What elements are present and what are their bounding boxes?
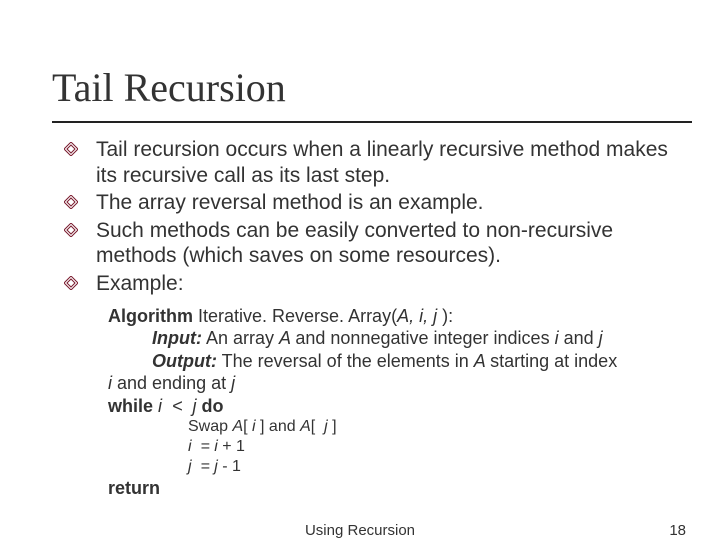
diamond-icon [64,195,78,209]
algo-output: Output: The reversal of the elements in … [108,350,680,373]
bullet-text: Tail recursion occurs when a linearly re… [96,138,668,187]
list-item: Tail recursion occurs when a linearly re… [96,137,680,188]
diamond-icon [64,276,78,290]
algorithm-block: Algorithm Iterative. Reverse. Array(A, i… [108,305,680,500]
algo-inc-i: i = i + 1 [108,437,680,457]
algo-return: return [108,477,680,500]
page-number: 18 [669,522,686,539]
list-item: The array reversal method is an example. [96,190,680,216]
slide-title: Tail Recursion [52,56,680,111]
title-divider [52,121,692,123]
bullet-text: Such methods can be easily converted to … [96,219,613,268]
slide: Tail Recursion Tail recursion occurs whe… [0,0,720,540]
algo-while: while i < j do [108,395,680,418]
list-item: Such methods can be easily converted to … [96,218,680,269]
algo-output-cont: i and ending at j [108,372,680,395]
algo-swap: Swap A[ i ] and A[ j ] [108,417,680,437]
diamond-icon [64,142,78,156]
diamond-icon [64,223,78,237]
algo-input: Input: An array A and nonnegative intege… [108,327,680,350]
algo-signature: Algorithm Iterative. Reverse. Array(A, i… [108,305,680,328]
bullet-list: Tail recursion occurs when a linearly re… [56,137,680,297]
list-item: Example: [96,271,680,297]
algo-dec-j: j = j - 1 [108,457,680,477]
bullet-text: The array reversal method is an example. [96,191,484,214]
footer-title: Using Recursion [0,522,720,539]
bullet-text: Example: [96,272,184,295]
